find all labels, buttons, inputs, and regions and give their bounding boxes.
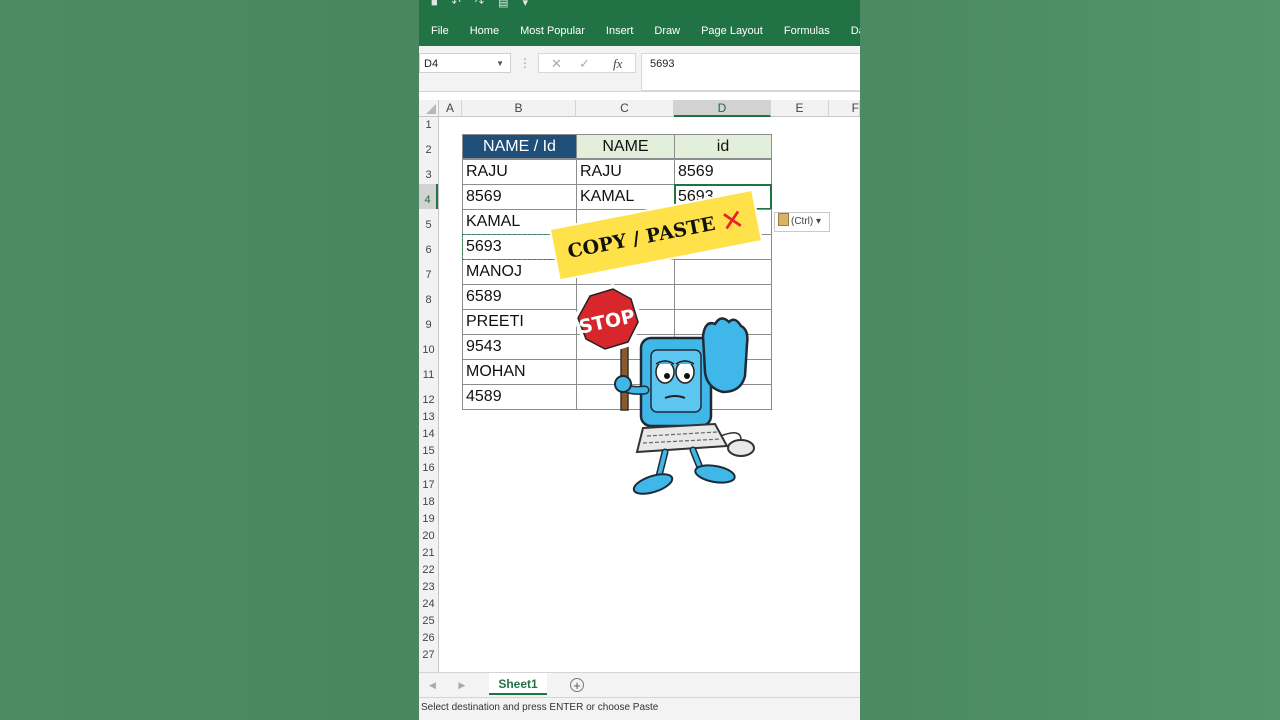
table-cell-c3[interactable]: RAJU <box>576 159 675 185</box>
row-header-25[interactable]: 25 <box>419 613 438 630</box>
row-header-9[interactable]: 9 <box>419 309 438 334</box>
ribbon: ■ ↶ ↷ ▤ ▾ File Home Most Popular Insert … <box>419 0 860 46</box>
row-header-1[interactable]: 1 <box>419 117 438 134</box>
paste-options-button[interactable]: (Ctrl) ▾ <box>774 212 830 232</box>
row-header-16[interactable]: 16 <box>419 460 438 477</box>
keyboard <box>635 422 729 454</box>
row-header-8[interactable]: 8 <box>419 284 438 309</box>
table-header-name[interactable]: NAME <box>576 134 675 159</box>
row-header-17[interactable]: 17 <box>419 477 438 494</box>
drag-handle-icon[interactable]: ⋮ <box>519 56 531 70</box>
table-cell-c4[interactable]: KAMAL <box>576 184 675 210</box>
row-header-7[interactable]: 7 <box>419 259 438 284</box>
right-pupil <box>684 373 690 379</box>
left-pupil <box>664 373 670 379</box>
column-header-b[interactable]: B <box>462 100 576 117</box>
ribbon-tabs: File Home Most Popular Insert Draw Page … <box>419 22 860 40</box>
row-header-20[interactable]: 20 <box>419 528 438 545</box>
row-header-6[interactable]: 6 <box>419 234 438 259</box>
formula-input[interactable]: 5693 <box>641 53 860 91</box>
tab-formulas[interactable]: Formulas <box>772 22 839 40</box>
table-cell-b10[interactable]: 9543 <box>462 334 577 360</box>
insert-function-icon[interactable]: fx <box>613 56 622 72</box>
table-header-id[interactable]: id <box>674 134 772 159</box>
table-cell-b8[interactable]: 6589 <box>462 284 577 310</box>
column-header-a[interactable]: A <box>439 100 462 117</box>
table-cell-b4[interactable]: 8569 <box>462 184 577 210</box>
save-icon[interactable]: ■ <box>431 0 438 10</box>
sign-pole <box>620 339 629 411</box>
row-header-22[interactable]: 22 <box>419 562 438 579</box>
excel-window: ■ ↶ ↷ ▤ ▾ File Home Most Popular Insert … <box>419 0 860 720</box>
worksheet-grid[interactable]: A B C D E F 1 2 3 4 5 6 7 8 9 10 11 12 1… <box>419 100 860 675</box>
check-icon[interactable]: ✓ <box>579 56 590 72</box>
sheet-nav-arrows-icon[interactable]: ◀ ▶ <box>429 680 475 691</box>
sheet-tab-sheet1[interactable]: Sheet1 <box>489 673 547 695</box>
cancel-icon[interactable]: ✕ <box>551 56 562 72</box>
row-header-26[interactable]: 26 <box>419 630 438 647</box>
row-header-19[interactable]: 19 <box>419 511 438 528</box>
row-header-24[interactable]: 24 <box>419 596 438 613</box>
quick-access-toolbar: ■ ↶ ↷ ▤ ▾ <box>431 0 528 10</box>
tab-page-layout[interactable]: Page Layout <box>689 22 772 40</box>
row-header-10[interactable]: 10 <box>419 334 438 359</box>
right-eye <box>675 360 695 384</box>
status-bar: Select destination and press ENTER or ch… <box>419 697 860 720</box>
row-header-21[interactable]: 21 <box>419 545 438 562</box>
computer-screen <box>650 349 702 413</box>
stop-mascot-illustration: STOP <box>573 284 755 495</box>
table-cell-b12[interactable]: 4589 <box>462 384 577 410</box>
name-box[interactable]: D4 ▼ <box>419 53 511 73</box>
table-cell-b9[interactable]: PREETI <box>462 309 577 335</box>
row-header-14[interactable]: 14 <box>419 426 438 443</box>
table-cell-d3[interactable]: 8569 <box>674 159 772 185</box>
tab-home[interactable]: Home <box>458 22 508 40</box>
column-header-e[interactable]: E <box>771 100 829 117</box>
chevron-down-icon: ▾ <box>816 216 822 227</box>
column-header-f[interactable]: F <box>829 100 860 117</box>
print-icon[interactable]: ▤ <box>498 0 508 10</box>
name-box-value: D4 <box>424 58 439 70</box>
raised-hand <box>701 317 749 394</box>
mouse <box>727 439 755 457</box>
tab-draw[interactable]: Draw <box>642 22 689 40</box>
row-header-23[interactable]: 23 <box>419 579 438 596</box>
undo-icon[interactable]: ↶ <box>452 0 461 10</box>
paste-options-label: (Ctrl) <box>791 216 814 227</box>
redo-icon[interactable]: ↷ <box>475 0 484 10</box>
add-sheet-icon[interactable]: + <box>570 678 584 692</box>
table-cell-b3[interactable]: RAJU <box>462 159 577 185</box>
table-header-name-id[interactable]: NAME / Id <box>462 134 577 159</box>
tab-data[interactable]: Dat <box>839 22 860 40</box>
row-header-11[interactable]: 11 <box>419 359 438 384</box>
row-header-12[interactable]: 12 <box>419 384 438 409</box>
row-header-2[interactable]: 2 <box>419 134 438 159</box>
right-foot <box>694 464 736 484</box>
select-all-button[interactable] <box>419 100 439 117</box>
row-header-18[interactable]: 18 <box>419 494 438 511</box>
row-header-13[interactable]: 13 <box>419 409 438 426</box>
row-header-4[interactable]: 4 <box>419 184 438 209</box>
formula-buttons: ✕ ✓ fx <box>538 53 636 73</box>
more-commands-icon[interactable]: ▾ <box>523 0 529 10</box>
table-cell-b11[interactable]: MOHAN <box>462 359 577 385</box>
column-header-c[interactable]: C <box>576 100 674 117</box>
row-header-27[interactable]: 27 <box>419 647 438 664</box>
column-header-d[interactable]: D <box>674 100 771 117</box>
row-headers: 1 2 3 4 5 6 7 8 9 10 11 12 13 14 15 16 1… <box>419 117 439 675</box>
formula-bar: D4 ▼ ⋮ ✕ ✓ fx 5693 <box>419 46 860 92</box>
clipboard-icon <box>778 213 789 226</box>
left-eye <box>655 360 675 384</box>
sheet-tab-bar: ◀ ▶ Sheet1 + <box>419 672 860 698</box>
row-header-5[interactable]: 5 <box>419 209 438 234</box>
tab-most-popular[interactable]: Most Popular <box>508 22 594 40</box>
chevron-down-icon[interactable]: ▼ <box>496 54 504 74</box>
left-foot <box>632 473 674 495</box>
tab-file[interactable]: File <box>419 22 458 40</box>
row-header-15[interactable]: 15 <box>419 443 438 460</box>
cross-mark-icon: ✕ <box>717 201 747 239</box>
tab-insert[interactable]: Insert <box>594 22 643 40</box>
row-header-3[interactable]: 3 <box>419 159 438 184</box>
left-hand <box>614 375 632 393</box>
